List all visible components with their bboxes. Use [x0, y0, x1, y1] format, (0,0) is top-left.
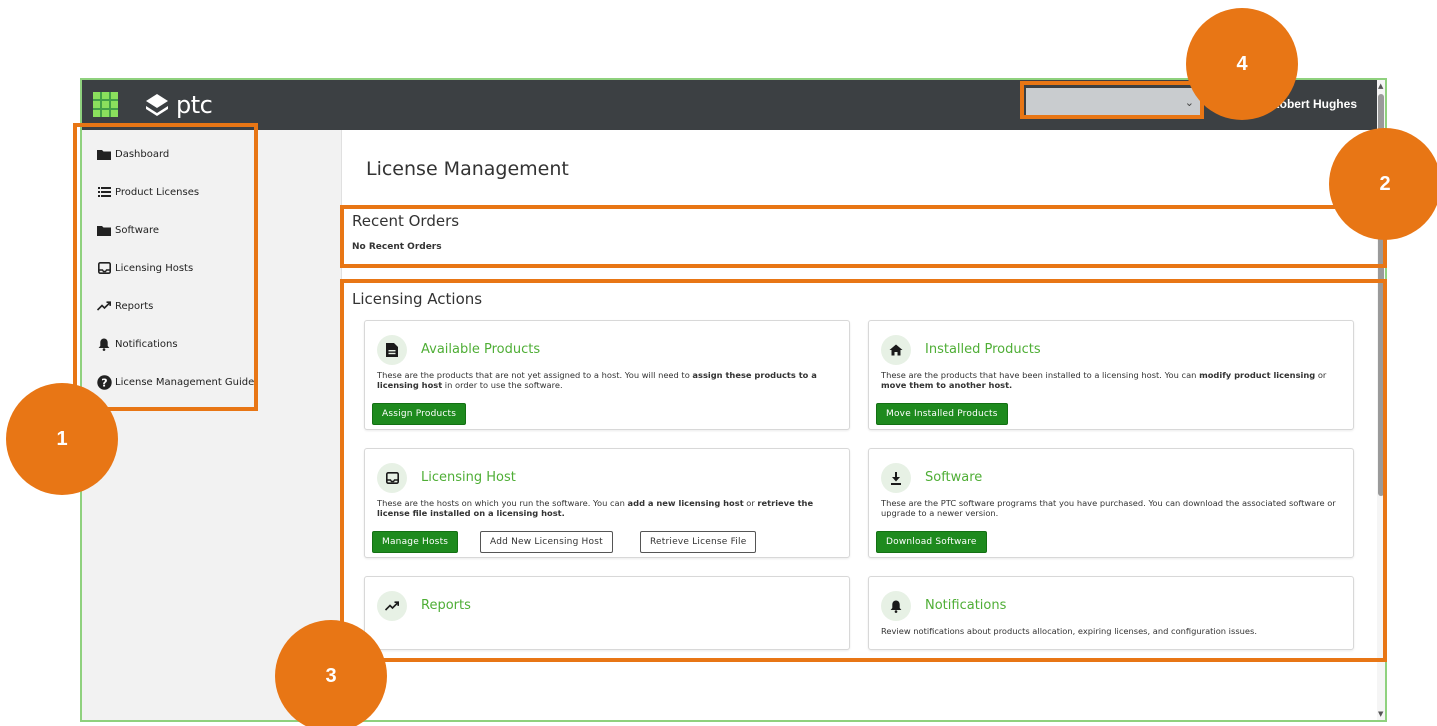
scroll-up-icon[interactable]: ▲	[1378, 82, 1383, 90]
brand-name: ptc	[176, 91, 213, 119]
highlight-site-dropdown	[1020, 81, 1204, 119]
annotation-badge-4: 4	[1186, 8, 1298, 120]
page-title: License Management	[366, 158, 569, 180]
highlight-sidebar	[73, 123, 258, 411]
app-launcher-icon[interactable]	[93, 92, 118, 117]
annotation-badge-3: 3	[275, 620, 387, 726]
highlight-recent-orders	[340, 205, 1387, 268]
scroll-down-icon[interactable]: ▼	[1378, 710, 1383, 718]
annotation-badge-2: 2	[1329, 128, 1437, 240]
ptc-logo[interactable]: ptc	[144, 90, 213, 120]
ptc-logo-mark-icon	[146, 94, 168, 116]
highlight-licensing-actions	[340, 279, 1387, 662]
screenshot-stage: ptc ⌄ Robert Hughes Dashboard Product Li…	[0, 0, 1437, 726]
annotation-badge-1: 1	[6, 383, 118, 495]
